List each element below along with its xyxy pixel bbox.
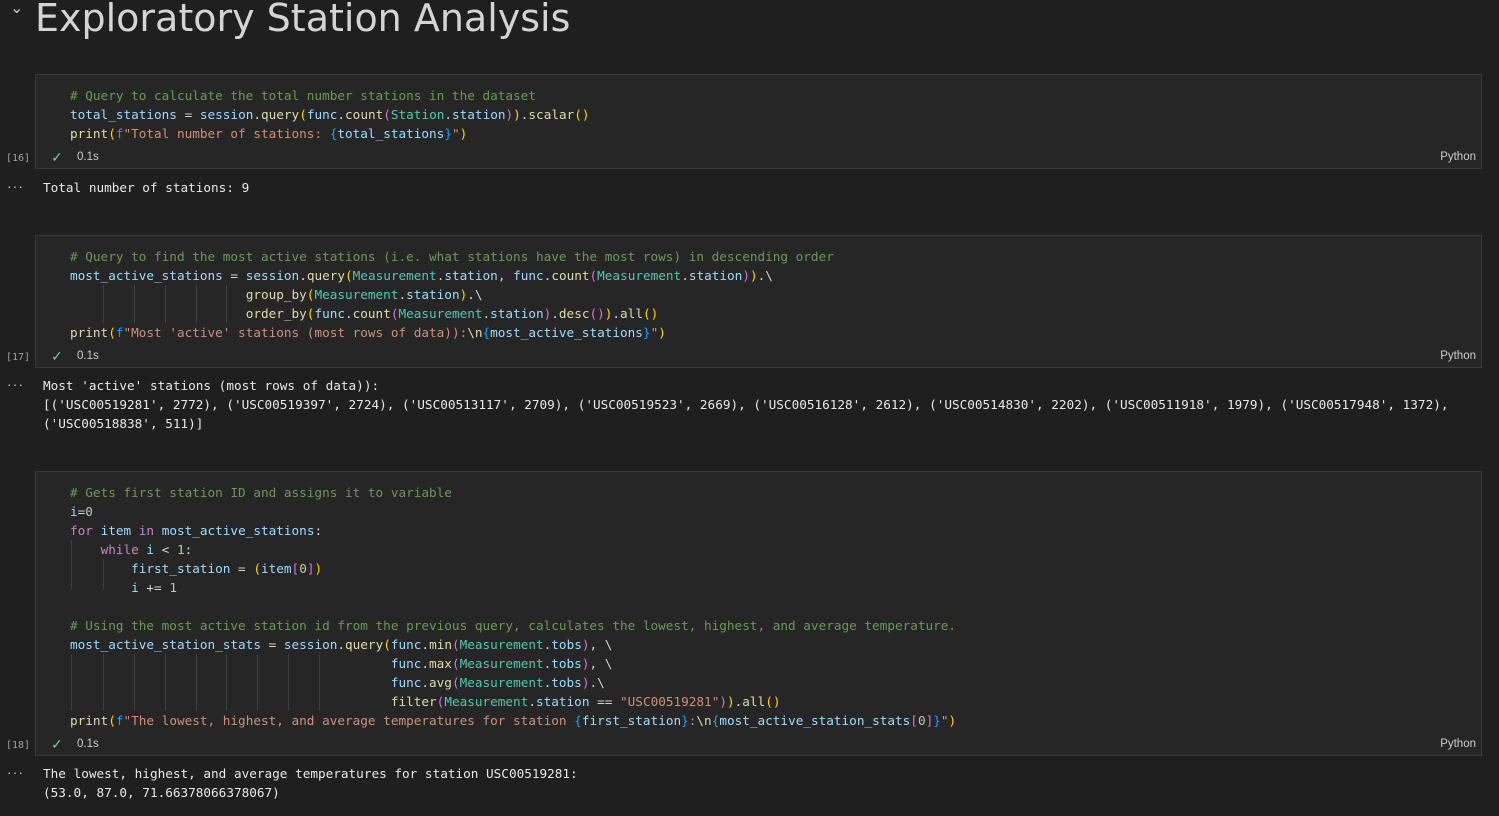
code-cell-18[interactable]: # Gets first station ID and assigns it t… [35,471,1482,756]
language-picker[interactable]: Python [1440,151,1476,163]
more-icon[interactable]: ··· [7,764,24,780]
more-icon[interactable]: ··· [7,178,24,194]
code-cell-17[interactable]: # Query to find the most active stations… [35,235,1482,368]
language-picker[interactable]: Python [1440,350,1476,362]
execution-count: [18] [6,740,31,751]
check-icon: ✓ [51,736,63,752]
code-cell-16[interactable]: # Query to calculate the total number st… [35,74,1482,169]
cell-output: Total number of stations: 9 [43,180,250,195]
cell-output: The lowest, highest, and average tempera… [43,766,578,800]
code-line: # Gets first station ID and assigns it t… [70,485,452,500]
code-editor[interactable]: # Query to find the most active stations… [36,236,1481,342]
code-editor[interactable]: # Gets first station ID and assigns it t… [36,472,1481,730]
code-line: # Using the most active station id from … [70,618,957,633]
code-line: # Query to calculate the total number st… [70,88,536,103]
cell-status-bar: ✓ 0.1s Python [36,347,1481,367]
code-line: # Query to find the most active stations… [70,249,834,264]
markdown-heading-cell[interactable]: ⌄ Exploratory Station Analysis [0,0,1499,44]
code-editor[interactable]: # Query to calculate the total number st… [36,75,1481,143]
page-title: Exploratory Station Analysis [35,0,571,40]
cell-status-bar: ✓ 0.1s Python [36,148,1481,168]
execution-time: 0.1s [77,738,99,750]
more-icon[interactable]: ··· [7,376,24,392]
execution-count: [17] [6,352,31,363]
execution-time: 0.1s [77,350,99,362]
check-icon: ✓ [51,149,63,165]
language-picker[interactable]: Python [1440,738,1476,750]
execution-time: 0.1s [77,151,99,163]
cell-output: Most 'active' stations (most rows of dat… [43,378,1449,431]
chevron-down-icon[interactable]: ⌄ [10,0,23,18]
cell-status-bar: ✓ 0.1s Python [36,735,1481,755]
execution-count: [16] [6,153,31,164]
check-icon: ✓ [51,348,63,364]
